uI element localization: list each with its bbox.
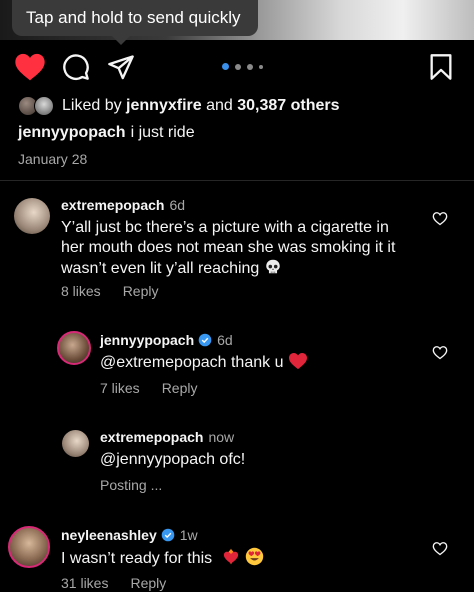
avatar[interactable] bbox=[57, 331, 91, 365]
comment-text: @jennyypopach ofc! bbox=[100, 451, 246, 468]
comment-reply: jennyypopach 6d @extremepopach thank u 7 … bbox=[0, 325, 474, 405]
skull-emoji-icon bbox=[266, 259, 280, 274]
liker-avatars bbox=[18, 95, 58, 117]
post-date: January 28 bbox=[18, 151, 88, 167]
caption-text: i just ride bbox=[130, 124, 195, 141]
red-heart-emoji-icon bbox=[288, 352, 307, 370]
post-caption: jennyypopach i just ride bbox=[18, 124, 195, 142]
heart-outline-icon[interactable] bbox=[432, 345, 448, 360]
avatar[interactable] bbox=[14, 198, 50, 234]
heart-on-fire-emoji-icon bbox=[223, 548, 238, 565]
comment-text: @extremepopach thank u bbox=[100, 352, 400, 373]
comment-meta: 8 likes Reply bbox=[61, 283, 158, 299]
posting-status: Posting ... bbox=[100, 477, 163, 493]
carousel-dot bbox=[259, 64, 263, 69]
likes-text: Liked by jennyxfire and 30,387 others bbox=[62, 97, 340, 114]
liker-username[interactable]: jennyxfire bbox=[126, 97, 202, 114]
tooltip-arrow bbox=[112, 36, 130, 45]
comment: neyleenashley 1w I wasn’t ready for this … bbox=[0, 520, 474, 592]
reply-button[interactable]: Reply bbox=[162, 380, 198, 396]
comment-likes[interactable]: 8 likes bbox=[61, 283, 101, 299]
comment-time: now bbox=[208, 429, 235, 445]
avatar[interactable] bbox=[62, 430, 89, 457]
comment-icon[interactable] bbox=[62, 53, 90, 81]
comment-time: 6d bbox=[217, 332, 233, 348]
comment-username[interactable]: extremepopach 6d bbox=[61, 197, 185, 213]
reply-button[interactable]: Reply bbox=[123, 283, 159, 299]
comment-likes[interactable]: 7 likes bbox=[100, 380, 140, 396]
carousel-dot-active bbox=[222, 63, 229, 70]
carousel-dot bbox=[247, 63, 253, 70]
comment-likes[interactable]: 31 likes bbox=[61, 575, 108, 591]
comment-text: I wasn’t ready for this bbox=[61, 547, 401, 569]
likes-count[interactable]: 30,387 others bbox=[237, 97, 339, 114]
avatar bbox=[34, 96, 54, 116]
comment: extremepopach 6d Y’all just bc there’s a … bbox=[0, 190, 474, 305]
comment-meta: 31 likes Reply bbox=[61, 575, 166, 591]
carousel-indicator bbox=[222, 63, 263, 70]
heart-filled-icon[interactable] bbox=[14, 52, 46, 82]
comment-username[interactable]: extremepopach now bbox=[100, 429, 234, 445]
comment-username[interactable]: jennyypopach 6d bbox=[100, 332, 233, 348]
verified-badge-icon bbox=[161, 528, 175, 542]
comment-username[interactable]: neyleenashley 1w bbox=[61, 527, 198, 543]
verified-badge-icon bbox=[198, 333, 212, 347]
comment-text: Y’all just bc there’s a picture with a c… bbox=[61, 219, 396, 277]
comment-status: Posting ... bbox=[100, 477, 162, 493]
reply-button[interactable]: Reply bbox=[130, 575, 166, 591]
carousel-dot bbox=[235, 63, 241, 70]
tooltip-text: Tap and hold to send quickly bbox=[26, 8, 241, 27]
likes-summary[interactable]: Liked by jennyxfire and 30,387 others bbox=[18, 94, 340, 118]
heart-eyes-emoji-icon bbox=[245, 547, 264, 566]
heart-outline-icon[interactable] bbox=[432, 541, 448, 556]
post-action-bar bbox=[0, 50, 474, 84]
caption-username[interactable]: jennyypopach bbox=[18, 124, 126, 141]
comment-reply-pending: extremepopach now @jennyypopach ofc! Post… bbox=[0, 422, 474, 497]
comment-time: 6d bbox=[169, 197, 186, 213]
heart-outline-icon[interactable] bbox=[432, 211, 448, 226]
bookmark-icon[interactable] bbox=[428, 53, 454, 81]
avatar[interactable] bbox=[8, 526, 50, 568]
divider bbox=[0, 180, 474, 181]
send-icon[interactable] bbox=[107, 53, 135, 81]
send-tooltip: Tap and hold to send quickly bbox=[12, 0, 258, 36]
comment-meta: 7 likes Reply bbox=[100, 380, 197, 396]
comment-time: 1w bbox=[179, 527, 198, 543]
